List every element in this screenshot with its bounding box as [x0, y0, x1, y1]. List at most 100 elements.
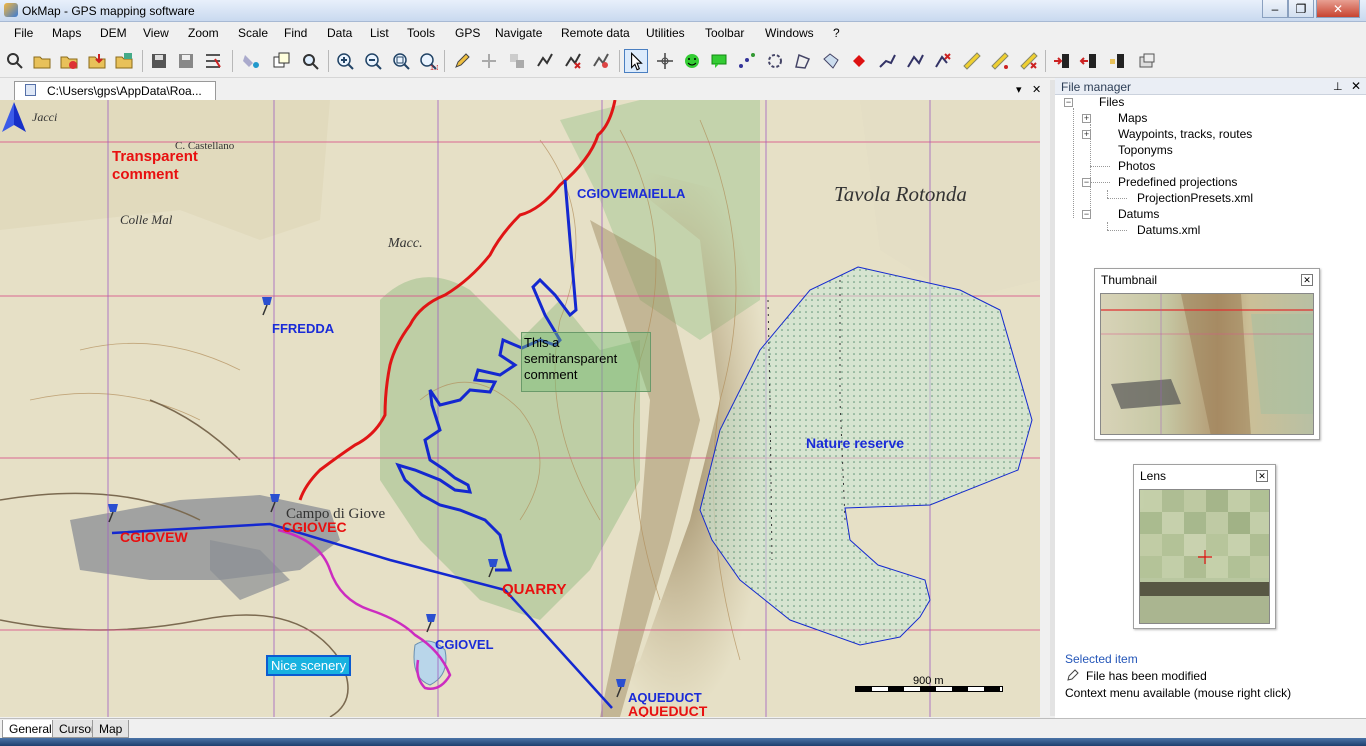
menu-gps[interactable]: GPS	[455, 26, 480, 40]
open-folder-icon[interactable]	[32, 51, 52, 71]
expand-maps-icon[interactable]: +	[1082, 114, 1091, 123]
pin-icon[interactable]	[104, 500, 124, 524]
red-diamond-icon[interactable]	[849, 51, 869, 71]
waypoint-dots-icon[interactable]	[737, 51, 757, 71]
semitransparent-comment[interactable]: This a semitransparent comment	[521, 332, 651, 392]
pan-icon[interactable]	[655, 51, 675, 71]
area-edit-icon[interactable]	[821, 51, 841, 71]
expand-waypoints-icon[interactable]: +	[1082, 130, 1091, 139]
tree-datums-xml[interactable]: Datums.xml	[1137, 223, 1200, 237]
menu-data[interactable]: Data	[327, 26, 352, 40]
close-thumbnail-icon[interactable]: ✕	[1301, 274, 1313, 286]
close-panel-icon[interactable]: ✕	[1351, 79, 1361, 93]
add-point-icon[interactable]	[479, 51, 499, 71]
save-all-icon[interactable]	[176, 51, 196, 71]
tree-photos[interactable]: Photos	[1118, 159, 1155, 173]
menu-toolbar[interactable]: Toolbar	[705, 26, 744, 40]
menu-tools[interactable]: Tools	[407, 26, 435, 40]
tools-icon[interactable]	[591, 51, 611, 71]
draw-line-icon[interactable]	[877, 51, 897, 71]
minimize-button[interactable]: ‒	[1262, 0, 1288, 18]
tree-projection-presets[interactable]: ProjectionPresets.xml	[1137, 191, 1253, 205]
select-track-icon[interactable]	[535, 51, 555, 71]
layers-icon[interactable]	[272, 51, 292, 71]
pin-icon[interactable]	[258, 293, 278, 317]
menu-help[interactable]: ?	[833, 26, 840, 40]
pin-icon[interactable]	[266, 490, 286, 514]
menu-dem[interactable]: DEM	[100, 26, 127, 40]
tab-general[interactable]: General	[2, 720, 59, 738]
tree-toponyms[interactable]: Toponyms	[1118, 143, 1173, 157]
map-canvas[interactable]: Tavola Rotonda Campo di Giove C. Castell…	[0, 100, 1040, 717]
label-aqueduct-red[interactable]: AQUEDUCT	[628, 703, 707, 717]
download-icon[interactable]	[1079, 51, 1099, 71]
menu-windows[interactable]: Windows	[765, 26, 814, 40]
polygon-icon[interactable]	[793, 51, 813, 71]
nice-scenery-comment[interactable]: Nice scenery	[266, 655, 352, 676]
menu-file[interactable]: File	[14, 26, 33, 40]
route-edit-icon[interactable]	[905, 51, 925, 71]
pin-icon[interactable]	[422, 610, 442, 634]
maximize-button[interactable]: ❐	[1288, 0, 1314, 18]
close-lens-icon[interactable]: ✕	[1256, 470, 1268, 482]
ruler-icon[interactable]	[962, 51, 982, 71]
merge-icon[interactable]	[507, 51, 527, 71]
edit-pen-icon[interactable]	[452, 51, 472, 71]
label-cgiovemaiella[interactable]: CGIOVEMAIELLA	[577, 186, 685, 201]
menu-view[interactable]: View	[143, 26, 169, 40]
select-route-icon[interactable]	[563, 51, 583, 71]
menu-scale[interactable]: Scale	[238, 26, 268, 40]
upload-icon[interactable]	[1052, 51, 1072, 71]
label-transparent[interactable]: Transparent	[112, 148, 198, 165]
cursor-icon[interactable]	[624, 49, 648, 73]
pin-icon[interactable]	[484, 555, 504, 579]
label-cgiovew[interactable]: CGIOVEW	[120, 529, 188, 545]
label-ffredda[interactable]: FFREDDA	[272, 321, 334, 336]
tree-files[interactable]: Files	[1099, 95, 1124, 109]
label-nature-reserve[interactable]: Nature reserve	[806, 435, 904, 451]
gps-settings-icon[interactable]	[1137, 51, 1157, 71]
tree-maps[interactable]: Maps	[1118, 111, 1147, 125]
thumbnail-image[interactable]	[1100, 293, 1314, 435]
route-delete-icon[interactable]	[933, 51, 953, 71]
zoom-out-icon[interactable]	[363, 51, 383, 71]
settings-icon[interactable]	[203, 51, 223, 71]
tab-map[interactable]: Map	[92, 720, 130, 738]
tree-waypoints[interactable]: Waypoints, tracks, routes	[1118, 127, 1252, 141]
import-icon[interactable]	[87, 51, 107, 71]
zoom-1to1-icon[interactable]: 1:1	[418, 51, 438, 71]
export-icon[interactable]	[114, 51, 134, 71]
comment-icon[interactable]	[710, 51, 730, 71]
close-document-icon[interactable]: ✕	[1032, 83, 1041, 96]
menu-remote-data[interactable]: Remote data	[561, 26, 630, 40]
measure-delete-icon[interactable]	[1019, 51, 1039, 71]
tab-dropdown-icon[interactable]: ▾	[1016, 83, 1022, 96]
color-fill-icon[interactable]	[241, 51, 261, 71]
circle-icon[interactable]	[765, 51, 785, 71]
gps-route-icon[interactable]	[5, 51, 25, 71]
collapse-datums-icon[interactable]: −	[1082, 210, 1091, 219]
document-tab[interactable]: C:\Users\gps\AppData\Roa...	[14, 81, 216, 100]
tree-datums[interactable]: Datums	[1118, 207, 1159, 221]
menu-find[interactable]: Find	[284, 26, 307, 40]
collapse-files-icon[interactable]: −	[1064, 98, 1073, 107]
pin-icon[interactable]: ⊥	[1333, 80, 1343, 93]
save-icon[interactable]	[149, 51, 169, 71]
label-cgiovec[interactable]: CGIOVEC	[282, 519, 347, 535]
menu-zoom[interactable]: Zoom	[188, 26, 219, 40]
find-icon[interactable]	[300, 51, 320, 71]
menu-maps[interactable]: Maps	[52, 26, 81, 40]
menu-navigate[interactable]: Navigate	[495, 26, 542, 40]
menu-utilities[interactable]: Utilities	[646, 26, 685, 40]
zoom-in-icon[interactable]	[335, 51, 355, 71]
tree-projections[interactable]: Predefined projections	[1118, 175, 1237, 189]
gps-device-icon[interactable]	[1107, 51, 1127, 71]
label-quarry[interactable]: QUARRY	[502, 581, 566, 598]
close-button[interactable]: ✕	[1316, 0, 1360, 18]
smile-icon[interactable]	[682, 51, 702, 71]
zoom-area-icon[interactable]	[391, 51, 411, 71]
open-track-icon[interactable]	[59, 51, 79, 71]
collapse-projections-icon[interactable]: −	[1082, 178, 1091, 187]
label-cgiovel[interactable]: CGIOVEL	[435, 637, 494, 652]
label-comment[interactable]: comment	[112, 166, 179, 183]
